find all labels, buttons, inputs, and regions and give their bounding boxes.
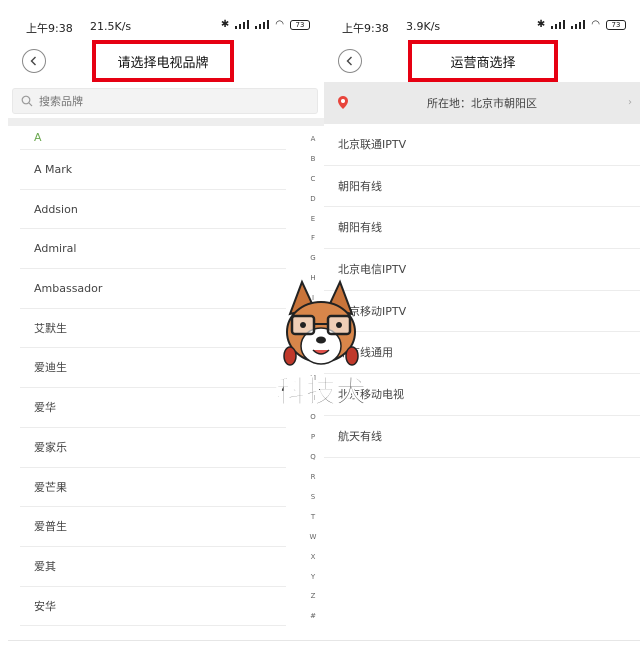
list-item[interactable]: 安华 [20, 587, 286, 627]
battery-icon: 73 [606, 19, 626, 30]
index-letter[interactable]: X [306, 548, 320, 568]
list-item[interactable]: 爱其 [20, 547, 286, 587]
location-label: 所在地：北京市朝阳区 [427, 97, 537, 110]
list-item[interactable]: Addsion [20, 190, 286, 230]
page-title: 运营商选择 [408, 40, 558, 82]
index-letter[interactable]: Q [306, 448, 320, 468]
chevron-left-icon [30, 56, 36, 66]
bluetooth-icon: ✱ [220, 19, 230, 30]
search-icon [21, 95, 33, 107]
wifi-icon: ◠ [275, 19, 284, 30]
divider [8, 640, 324, 641]
header: 请选择电视品牌 [8, 40, 324, 82]
index-letter[interactable]: W [306, 528, 320, 548]
section-header-a: A [20, 126, 286, 150]
list-item[interactable]: 爱迪生 [20, 348, 286, 389]
index-letter[interactable]: # [306, 607, 320, 627]
index-letter[interactable]: C [306, 170, 320, 190]
list-item[interactable]: 艾默生 [20, 309, 286, 349]
status-network-speed: 3.9K/s [406, 20, 441, 33]
back-button[interactable] [22, 49, 46, 73]
list-item[interactable]: 爱华 [20, 388, 286, 428]
location-row[interactable]: 所在地：北京市朝阳区 › [324, 82, 640, 124]
index-letter[interactable]: T [306, 508, 320, 528]
battery-icon: 73 [290, 19, 310, 30]
index-letter[interactable]: A [306, 130, 320, 150]
status-network-speed: 21.5K/s [90, 20, 132, 33]
index-letter[interactable]: D [306, 190, 320, 210]
search-input[interactable] [39, 94, 239, 108]
list-item[interactable]: A Mark [20, 150, 286, 190]
list-item[interactable]: 朝阳有线 [324, 166, 640, 208]
chevron-left-icon [346, 56, 352, 66]
index-letter[interactable]: F [306, 229, 320, 249]
status-time: 上午9:38 [342, 22, 389, 35]
index-letter[interactable]: Z [306, 587, 320, 607]
index-letter[interactable]: Y [306, 568, 320, 588]
index-letter[interactable]: P [306, 428, 320, 448]
signal-icon [571, 20, 586, 29]
divider [324, 640, 640, 641]
list-item[interactable]: Ambassador [20, 269, 286, 309]
back-button[interactable] [338, 49, 362, 73]
index-letter[interactable]: B [306, 150, 320, 170]
watermark-text: 科技犬 [276, 375, 366, 410]
page-title: 请选择电视品牌 [92, 40, 234, 82]
status-bar: 上午9:38 21.5K/s ✱ ◠ 73 [8, 0, 324, 40]
divider [8, 118, 324, 126]
list-item[interactable]: 爱普生 [20, 507, 286, 547]
index-letter[interactable]: E [306, 210, 320, 230]
signal-icon [255, 20, 270, 29]
brand-list: A A Mark Addsion Admiral Ambassador 艾默生 爱迪生 爱华… [20, 126, 286, 627]
search-bar[interactable] [12, 88, 318, 114]
list-item[interactable]: 爱芒果 [20, 468, 286, 508]
status-time: 上午9:38 [26, 22, 73, 35]
watermark-logo: 科技犬 [276, 279, 367, 411]
list-item[interactable]: 朝阳有线 [324, 207, 640, 250]
chevron-right-icon: › [628, 97, 632, 108]
bluetooth-icon: ✱ [536, 19, 546, 30]
signal-icon [551, 20, 566, 29]
list-item[interactable]: Admiral [20, 229, 286, 270]
header: 运营商选择 [324, 40, 640, 82]
index-letter[interactable]: R [306, 468, 320, 488]
status-bar: 上午9:38 3.9K/s ✱ ◠ 73 [324, 0, 640, 40]
signal-icon [235, 20, 250, 29]
index-letter[interactable]: G [306, 249, 320, 269]
list-item[interactable]: 北京联通IPTV [324, 124, 640, 166]
wifi-icon: ◠ [591, 19, 600, 30]
list-item[interactable]: 航天有线 [324, 416, 640, 458]
index-letter[interactable]: S [306, 488, 320, 508]
list-item[interactable]: 爱家乐 [20, 428, 286, 468]
